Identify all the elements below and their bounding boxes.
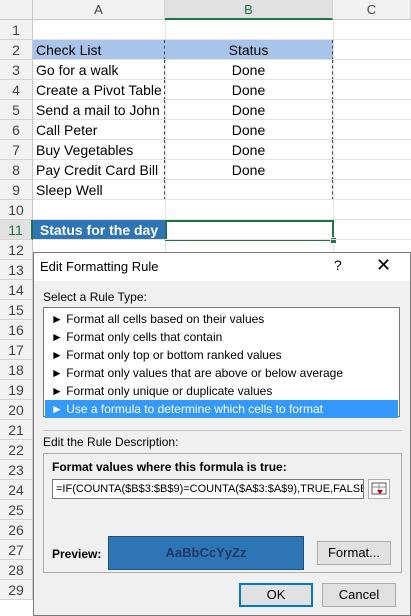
- divider: [43, 430, 402, 431]
- gridline: [33, 79, 411, 80]
- status-cell[interactable]: Done: [165, 100, 333, 120]
- dialog-titlebar[interactable]: Edit Formatting Rule ? ✕: [34, 253, 410, 281]
- task-cell[interactable]: Call Peter: [33, 120, 165, 140]
- gridline: [33, 39, 411, 40]
- row-header-11[interactable]: 11: [0, 220, 33, 240]
- edit-description-label: Edit the Rule Description:: [43, 435, 179, 449]
- task-cell[interactable]: Buy Vegetables: [33, 140, 165, 160]
- row-header-15[interactable]: 15: [0, 300, 33, 320]
- row-header-4[interactable]: 4: [0, 80, 33, 100]
- row-header-21[interactable]: 21: [0, 420, 33, 440]
- gridline: [33, 119, 411, 120]
- task-cell[interactable]: Go for a walk: [33, 60, 165, 80]
- task-cell[interactable]: Pay Credit Card Bill: [33, 160, 165, 180]
- row-header-23[interactable]: 23: [0, 460, 33, 480]
- row-header-17[interactable]: 17: [0, 340, 33, 360]
- gridline: [33, 239, 411, 240]
- column-header-b[interactable]: B: [165, 0, 333, 20]
- cancel-button[interactable]: Cancel: [322, 583, 396, 607]
- status-cell[interactable]: Done: [165, 120, 333, 140]
- row-header-19[interactable]: 19: [0, 380, 33, 400]
- close-icon[interactable]: ✕: [376, 255, 391, 276]
- edit-formatting-rule-dialog: Edit Formatting Rule ? ✕ Select a Rule T…: [33, 252, 411, 616]
- row-header-8[interactable]: 8: [0, 160, 33, 180]
- status-cell[interactable]: [165, 180, 333, 200]
- rule-type-item-selected[interactable]: ► Use a formula to determine which cells…: [45, 400, 398, 418]
- row-header-25[interactable]: 25: [0, 500, 33, 520]
- row-header-14[interactable]: 14: [0, 280, 33, 300]
- formula-label: Format values where this formula is true…: [52, 460, 287, 474]
- row-header-29[interactable]: 29: [0, 580, 33, 600]
- rule-type-item[interactable]: ► Format only values that are above or b…: [45, 364, 398, 382]
- select-rule-type-label: Select a Rule Type:: [43, 290, 147, 304]
- gridline: [33, 159, 411, 160]
- row-header-3[interactable]: 3: [0, 60, 33, 80]
- rule-type-item[interactable]: ► Format only top or bottom ranked value…: [45, 346, 398, 364]
- row-header-9[interactable]: 9: [0, 180, 33, 200]
- row-header-2[interactable]: 2: [0, 40, 33, 60]
- gridline: [33, 199, 411, 200]
- row-header-24[interactable]: 24: [0, 480, 33, 500]
- gridline: [33, 219, 411, 220]
- help-icon[interactable]: ?: [334, 257, 342, 273]
- status-cell[interactable]: Done: [165, 140, 333, 160]
- task-cell[interactable]: Create a Pivot Table: [33, 80, 165, 100]
- format-preview: AaBbCcYyZz: [108, 536, 304, 570]
- rule-type-item[interactable]: ► Format all cells based on their values: [45, 310, 398, 328]
- dialog-title: Edit Formatting Rule: [40, 259, 159, 274]
- row-header-1[interactable]: 1: [0, 20, 33, 40]
- row-header-10[interactable]: 10: [0, 200, 33, 220]
- status-cell[interactable]: Done: [165, 80, 333, 100]
- range-selector-icon: [371, 482, 387, 495]
- rule-type-item[interactable]: ► Format only unique or duplicate values: [45, 382, 398, 400]
- preview-label: Preview:: [52, 547, 102, 561]
- row-header-5[interactable]: 5: [0, 100, 33, 120]
- formula-input[interactable]: =IF(COUNTA($B$3:$B$9)=COUNTA($A$3:$A$9),…: [52, 479, 364, 499]
- column-header-c[interactable]: C: [333, 0, 411, 20]
- rule-type-list[interactable]: ► Format all cells based on their values…: [43, 307, 400, 418]
- format-button[interactable]: Format...: [317, 541, 391, 565]
- row-header-20[interactable]: 20: [0, 400, 33, 420]
- row-header-13[interactable]: 13: [0, 260, 33, 280]
- ok-button[interactable]: OK: [239, 583, 313, 607]
- gridline: [33, 139, 411, 140]
- row-header-16[interactable]: 16: [0, 320, 33, 340]
- status-cell[interactable]: Done: [165, 160, 333, 180]
- column-header-a[interactable]: A: [33, 0, 165, 20]
- cell-b2[interactable]: Status: [165, 40, 333, 60]
- active-cell-b11[interactable]: [165, 220, 334, 241]
- cell-a2[interactable]: Check List: [33, 40, 165, 60]
- row-header-7[interactable]: 7: [0, 140, 33, 160]
- gridline: [333, 20, 334, 252]
- gridline: [33, 99, 411, 100]
- task-cell[interactable]: Send a mail to John: [33, 100, 165, 120]
- status-for-day-label[interactable]: Status for the day: [33, 220, 165, 240]
- gridline: [33, 179, 411, 180]
- task-cell[interactable]: Sleep Well: [33, 180, 165, 200]
- row-header-12[interactable]: 12: [0, 240, 33, 260]
- select-all-corner[interactable]: [0, 0, 33, 20]
- row-header-22[interactable]: 22: [0, 440, 33, 460]
- row-header-27[interactable]: 27: [0, 540, 33, 560]
- gridline: [33, 59, 411, 60]
- rule-type-item[interactable]: ► Format only cells that contain: [45, 328, 398, 346]
- status-cell[interactable]: Done: [165, 60, 333, 80]
- row-header-18[interactable]: 18: [0, 360, 33, 380]
- row-header-28[interactable]: 28: [0, 560, 33, 580]
- range-selector-button[interactable]: [368, 479, 390, 499]
- row-header-26[interactable]: 26: [0, 520, 33, 540]
- row-header-6[interactable]: 6: [0, 120, 33, 140]
